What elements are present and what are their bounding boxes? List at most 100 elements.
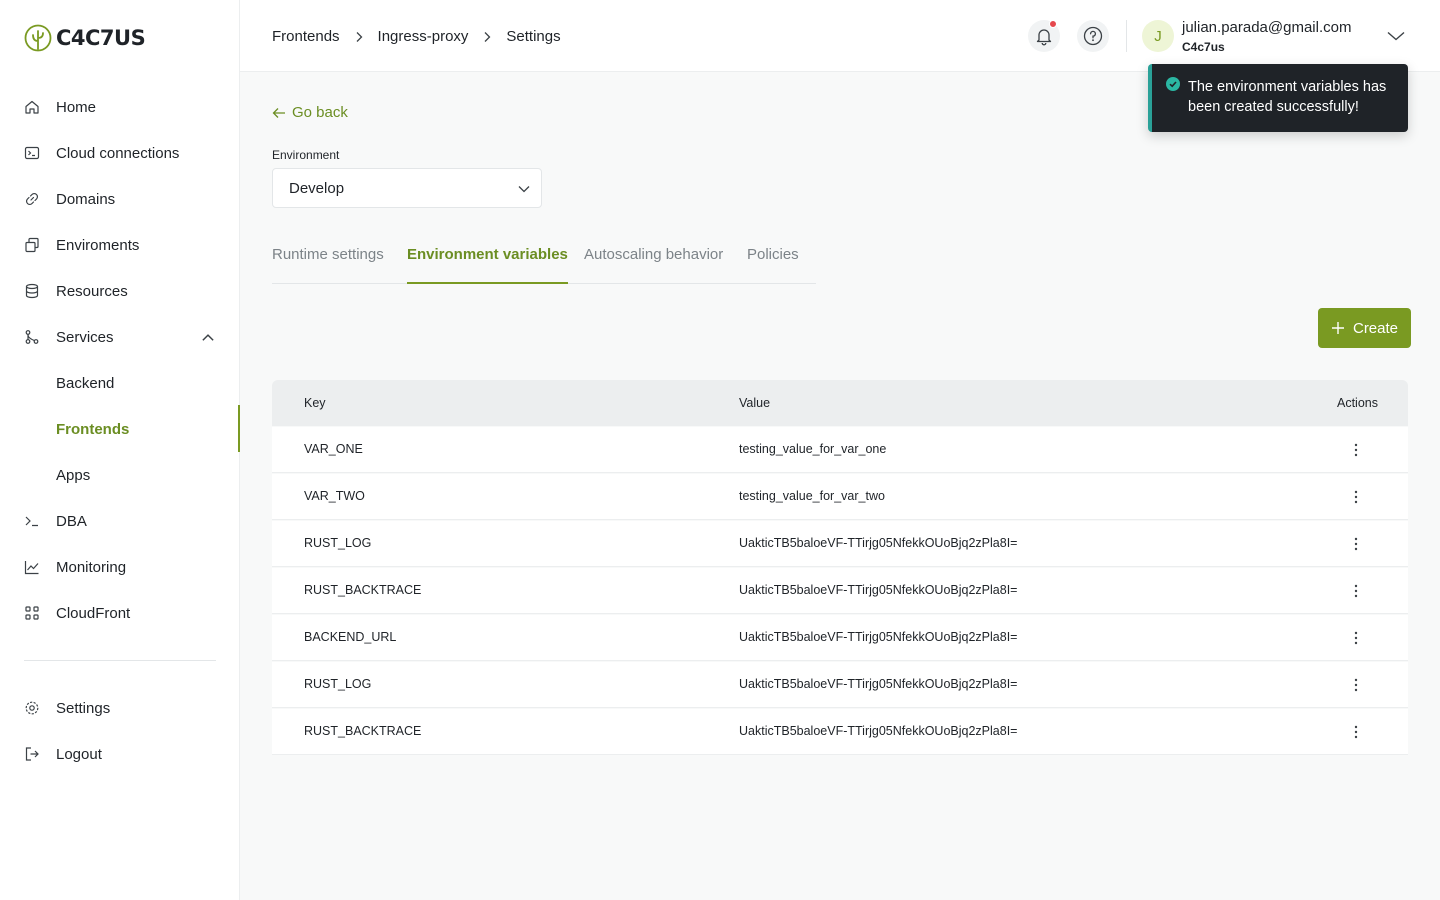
cell-value: UakticTB5baloeVF-TTirjg05NfekkOUoBjq2zPl… [739,724,1018,738]
row-actions-button[interactable] [1351,722,1361,742]
table-row: RUST_BACKTRACE UakticTB5baloeVF-TTirjg05N… [272,568,1408,614]
help-circle-icon [1083,26,1103,46]
notifications-button[interactable] [1028,20,1060,52]
breadcrumb-item-frontends[interactable]: Frontends [272,28,340,45]
chart-icon [24,561,39,575]
sidebar-subitem-apps[interactable]: Apps [56,460,90,490]
link-icon [25,192,39,206]
table-row: RUST_BACKTRACE UakticTB5baloeVF-TTirjg05N… [272,709,1408,755]
help-button[interactable] [1077,20,1109,52]
sidebar-subitem-frontends[interactable]: Frontends [56,414,129,444]
chevron-right-icon [356,31,362,42]
cell-key: BACKEND_URL [304,630,397,644]
terminal-icon [24,146,40,160]
environment-label: Environment [272,148,340,162]
tab-autoscaling-behavior[interactable]: Autoscaling behavior [584,246,723,284]
more-vertical-icon [1354,725,1358,739]
table-row: RUST_LOG UakticTB5baloeVF-TTirjg05NfekkOU… [272,521,1408,567]
row-actions-button[interactable] [1351,534,1361,554]
cell-value: UakticTB5baloeVF-TTirjg05NfekkOUoBjq2zPl… [739,583,1018,597]
sidebar-item-services[interactable]: Services [24,322,216,352]
cell-value: UakticTB5baloeVF-TTirjg05NfekkOUoBjq2zPl… [739,536,1018,550]
chevron-up-icon[interactable] [200,330,216,346]
row-actions-button[interactable] [1351,581,1361,601]
row-actions-button[interactable] [1351,628,1361,648]
cell-value: UakticTB5baloeVF-TTirjg05NfekkOUoBjq2zPl… [739,677,1018,691]
column-header-actions: Actions [1337,396,1378,410]
user-email: julian.parada@gmail.com [1182,19,1352,36]
grid-icon [25,606,39,620]
create-label: Create [1352,319,1399,337]
home-icon [25,100,39,114]
git-branch-icon [25,330,39,344]
table-row: VAR_TWO testing_value_for_var_two [272,474,1408,520]
brand-logo[interactable]: C4C7US [24,24,146,52]
plus-icon [1331,322,1344,334]
sidebar-item-label: Services [56,328,114,346]
sidebar-item-label: CloudFront [56,604,131,622]
top-header: Frontends Ingress-proxy Settings J julia… [240,0,1440,72]
breadcrumb: Frontends Ingress-proxy Settings [272,28,561,45]
sidebar-item-label: Domains [56,190,116,208]
toast-message: The environment variables has been creat… [1188,79,1387,115]
env-variables-table: Key Value Actions VAR_ONE testing_value_f… [272,380,1408,755]
sidebar-item-home[interactable]: Home [24,92,216,122]
more-vertical-icon [1354,631,1358,645]
cactus-logo-icon [24,24,52,52]
sidebar-item-logout[interactable]: Logout [24,739,216,769]
row-actions-button[interactable] [1351,440,1361,460]
breadcrumb-item-ingress-proxy[interactable]: Ingress-proxy [378,28,469,45]
user-org: C4c7us [1182,40,1225,54]
table-body: VAR_ONE testing_value_for_var_one VAR_TWO t… [272,427,1408,755]
table-row: VAR_ONE testing_value_for_var_one [272,427,1408,473]
row-actions-button[interactable] [1351,675,1361,695]
sidebar-subitem-backend[interactable]: Backend [56,368,114,398]
sidebar-item-label: Settings [56,699,111,717]
sidebar-item-domains[interactable]: Domains [24,184,216,214]
bell-icon [1036,29,1052,46]
more-vertical-icon [1354,490,1358,504]
chevron-down-icon[interactable] [1386,28,1406,44]
settings-tabs: Runtime settings Environment variables A… [272,246,816,284]
cell-key: RUST_BACKTRACE [304,724,422,738]
chevron-right-icon [484,31,491,42]
sidebar-item-cloud-connections[interactable]: Cloud connections [24,138,216,168]
tab-policies[interactable]: Policies [747,246,799,284]
check-circle-icon [1166,77,1180,91]
cell-key: VAR_ONE [304,442,363,456]
row-actions-button[interactable] [1351,487,1361,507]
notification-badge [1049,20,1057,28]
sidebar-item-resources[interactable]: Resources [24,276,216,306]
logout-icon [25,747,39,761]
create-button[interactable]: Create [1318,308,1411,348]
gear-icon [25,701,39,715]
cell-value: testing_value_for_var_one [739,442,887,456]
table-row: BACKEND_URL UakticTB5baloeVF-TTirjg05Nfek… [272,615,1408,661]
tab-environment-variables[interactable]: Environment variables [407,246,568,284]
cell-key: RUST_LOG [304,536,372,550]
avatar[interactable]: J [1142,20,1174,52]
environment-select[interactable]: Develop [272,168,542,208]
sidebar-item-monitoring[interactable]: Monitoring [24,552,216,582]
arrow-left-icon [272,107,285,118]
sidebar-item-cloudfront[interactable]: CloudFront [24,598,216,628]
table-row: RUST_LOG UakticTB5baloeVF-TTirjg05NfekkOU… [272,662,1408,708]
database-icon [25,283,39,299]
cell-value: UakticTB5baloeVF-TTirjg05NfekkOUoBjq2zPl… [739,630,1018,644]
sidebar-item-label: Resources [56,282,128,300]
tab-runtime-settings[interactable]: Runtime settings [272,246,384,284]
sidebar-item-settings[interactable]: Settings [24,693,216,723]
chevron-down-icon [518,186,530,193]
more-vertical-icon [1354,584,1358,598]
breadcrumb-item-settings: Settings [506,28,561,45]
environment-value: Develop [289,179,345,197]
sidebar-item-dba[interactable]: DBA [24,506,216,536]
column-header-key: Key [304,396,326,410]
more-vertical-icon [1354,443,1358,457]
sidebar-item-enviroments[interactable]: Enviroments [24,230,216,260]
sidebar-item-label: DBA [56,512,87,530]
sidebar-item-label: Home [56,98,97,116]
go-back-link[interactable]: Go back [272,104,348,121]
sidebar-item-label: Cloud connections [56,144,180,162]
sidebar-item-label: Monitoring [56,558,127,576]
